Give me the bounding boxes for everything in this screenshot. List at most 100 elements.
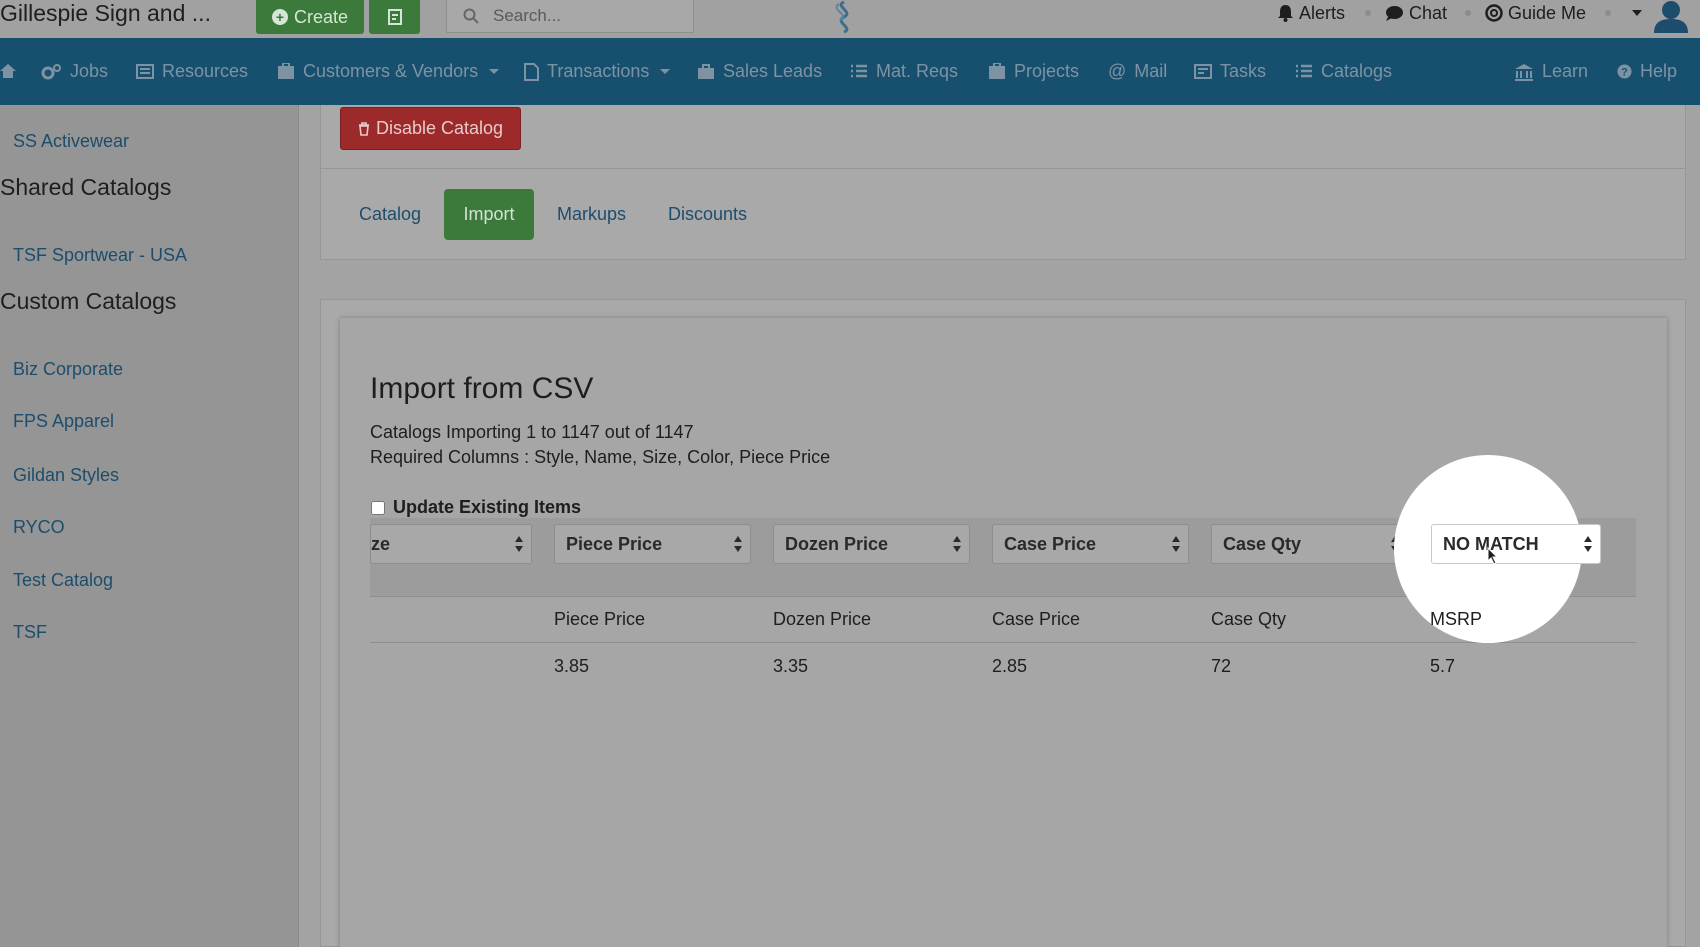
- app-logo-icon[interactable]: [830, 0, 858, 39]
- select-arrows-icon: [953, 536, 962, 554]
- update-existing-label: Update Existing Items: [393, 497, 582, 517]
- import-status-text: Catalogs Importing 1 to 1147 out of 1147: [370, 422, 694, 442]
- separator-dot: [1365, 10, 1371, 16]
- search-input[interactable]: [493, 6, 673, 26]
- column-select-case-price[interactable]: Case Price: [992, 524, 1189, 564]
- search-box[interactable]: [446, 0, 694, 33]
- disable-catalog-button[interactable]: Disable Catalog: [340, 107, 521, 150]
- nav-jobs[interactable]: Jobs: [40, 38, 108, 105]
- at-sign-icon: @: [1108, 61, 1127, 81]
- chat-label: Chat: [1409, 2, 1448, 23]
- document-icon: [524, 62, 539, 81]
- column-select-case-qty[interactable]: Case Qty: [1211, 524, 1408, 564]
- guide-me-label: Guide Me: [1508, 2, 1587, 23]
- nav-sales-leads-label: Sales Leads: [723, 61, 823, 81]
- nav-help[interactable]: ? Help: [1617, 38, 1677, 105]
- nav-mat-reqs[interactable]: Mat. Reqs: [850, 38, 958, 105]
- update-existing-items-option[interactable]: Update Existing Items: [371, 497, 581, 518]
- building-icon: [278, 63, 294, 79]
- tab-discounts[interactable]: Discounts: [668, 189, 747, 240]
- import-title: Import from CSV: [370, 372, 594, 405]
- create-button[interactable]: + Create: [256, 0, 364, 34]
- disable-catalog-label: Disable Catalog: [375, 118, 504, 138]
- separator-dot: [1465, 10, 1471, 16]
- nav-mail[interactable]: @ Mail: [1108, 38, 1167, 105]
- nav-learn[interactable]: Learn: [1514, 38, 1588, 105]
- sidebar-item-ryco[interactable]: RYCO: [13, 517, 65, 538]
- nav-mat-reqs-label: Mat. Reqs: [876, 61, 959, 81]
- table-cell: 5.7: [1430, 656, 1456, 676]
- create-label: Create: [293, 6, 349, 27]
- chevron-down-icon[interactable]: [1631, 9, 1643, 17]
- note-icon: [387, 9, 402, 25]
- mouse-cursor-icon: [1487, 547, 1499, 565]
- list-box-icon: [136, 64, 154, 79]
- nav-resources-label: Resources: [162, 61, 249, 81]
- tasks-icon: [1194, 64, 1212, 79]
- nav-catalogs-label: Catalogs: [1321, 61, 1393, 81]
- shared-catalogs-heading: Shared Catalogs: [0, 174, 172, 200]
- quick-note-button[interactable]: [369, 0, 420, 34]
- update-existing-checkbox[interactable]: [371, 500, 385, 515]
- home-icon[interactable]: [0, 63, 16, 79]
- chat-link[interactable]: Chat: [1385, 0, 1447, 26]
- top-bar: Gillespie Sign and ... + Create Alerts: [0, 0, 1700, 38]
- tab-catalog[interactable]: Catalog: [359, 189, 421, 240]
- trash-icon: [358, 121, 369, 136]
- user-avatar[interactable]: [1651, 0, 1691, 33]
- sidebar-item-tsf-sportwear[interactable]: TSF Sportwear - USA: [13, 245, 187, 266]
- nav-transactions[interactable]: Transactions: [524, 38, 671, 105]
- column-select-value: Case Price: [1004, 533, 1097, 554]
- chat-bubble-icon: [1386, 5, 1403, 21]
- sidebar-item-biz-corporate[interactable]: Biz Corporate: [13, 359, 123, 380]
- nav-sales-leads[interactable]: Sales Leads: [697, 38, 822, 105]
- table-cell: 72: [1211, 656, 1232, 676]
- column-select-msrp[interactable]: NO MATCH: [1431, 524, 1601, 564]
- nav-customers-vendors-label: Customers & Vendors: [303, 61, 479, 81]
- main-nav: Jobs Resources Customers & Vendors Trans…: [0, 38, 1700, 105]
- table-cell: 2.85: [992, 656, 1028, 676]
- nav-projects-label: Projects: [1014, 61, 1080, 81]
- briefcase-icon: [698, 63, 714, 79]
- custom-catalogs-heading: Custom Catalogs: [0, 288, 177, 314]
- guide-me-link[interactable]: Guide Me: [1485, 0, 1586, 26]
- required-columns-text: Required Columns : Style, Name, Size, Co…: [370, 447, 831, 467]
- alerts-link[interactable]: Alerts: [1277, 0, 1345, 26]
- table-header-dozen-price: Dozen Price: [773, 609, 872, 629]
- company-name[interactable]: Gillespie Sign and ...: [0, 0, 211, 26]
- column-select-dozen-price[interactable]: Dozen Price: [773, 524, 970, 564]
- sidebar-item-gildan-styles[interactable]: Gildan Styles: [13, 465, 119, 486]
- nav-resources[interactable]: Resources: [136, 38, 248, 105]
- separator-dot: [1605, 10, 1611, 16]
- alerts-label: Alerts: [1299, 2, 1346, 23]
- column-select-piece-price[interactable]: Piece Price: [554, 524, 751, 564]
- table-header-case-price: Case Price: [992, 609, 1081, 629]
- sidebar-item-test-catalog[interactable]: Test Catalog: [13, 570, 113, 591]
- tab-import[interactable]: Import: [444, 189, 534, 240]
- nav-tasks-label: Tasks: [1220, 61, 1267, 81]
- column-select-value: Case Qty: [1223, 533, 1302, 554]
- sidebar-item-ss-activewear[interactable]: SS Activewear: [13, 131, 129, 152]
- caret-down-icon: [660, 69, 671, 74]
- catalog-sidebar: SS Activewear Shared Catalogs TSF Sportw…: [0, 105, 299, 947]
- nav-projects[interactable]: Projects: [988, 38, 1079, 105]
- tab-markups[interactable]: Markups: [557, 189, 626, 240]
- gears-icon: [41, 63, 61, 79]
- nav-tasks[interactable]: Tasks: [1194, 38, 1266, 105]
- column-select-value: Piece Price: [566, 533, 663, 554]
- column-select-value: Dozen Price: [785, 533, 889, 554]
- column-select-size[interactable]: ze: [370, 524, 532, 564]
- life-ring-icon: [1485, 4, 1503, 22]
- table-divider: [370, 642, 1636, 643]
- list-icon: [851, 64, 867, 78]
- nav-help-label: Help: [1640, 61, 1678, 81]
- nav-jobs-label: Jobs: [70, 61, 109, 81]
- nav-catalogs[interactable]: Catalogs: [1295, 38, 1392, 105]
- nav-transactions-label: Transactions: [547, 61, 650, 81]
- sidebar-item-tsf[interactable]: TSF: [13, 622, 47, 643]
- select-arrows-icon: [1584, 536, 1593, 554]
- sidebar-item-fps-apparel[interactable]: FPS Apparel: [13, 411, 114, 432]
- nav-customers-vendors[interactable]: Customers & Vendors: [277, 38, 500, 105]
- question-circle-icon: ?: [1617, 64, 1632, 79]
- building-icon: [989, 63, 1005, 79]
